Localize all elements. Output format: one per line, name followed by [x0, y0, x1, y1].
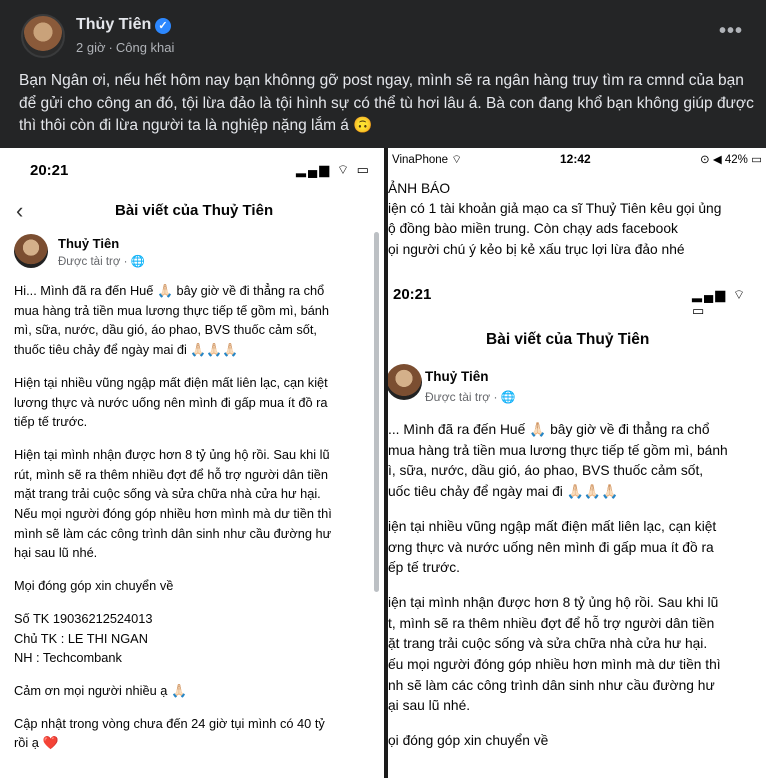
- body-line: [14, 360, 332, 373]
- avatar[interactable]: [21, 14, 65, 58]
- post-text: Bạn Ngân ơi, nếu hết hôm nay bạn khônng …: [19, 72, 754, 134]
- body-line: ặt trang trải cuộc sống và sửa chữa nhà …: [388, 636, 708, 652]
- body-line: ếp tế trước.: [388, 560, 460, 576]
- body-line: ếu mọi người đóng góp nhiều hơn mình mà …: [388, 657, 721, 673]
- body-line: [14, 668, 332, 681]
- body-line: iện tại nhiều vũng ngập mất điện mất liê…: [388, 518, 717, 534]
- body-line: Hiện tại nhiều vũng ngập mất điện mất li…: [14, 374, 328, 390]
- verified-badge-icon: ✓: [155, 18, 171, 34]
- post-time[interactable]: 2 giờ: [76, 40, 106, 55]
- screenshot-right: VinaPhone ⌔ 12:42 ⊙ ◀ 42% ▭ ẢNH BÁO iện c…: [388, 148, 766, 778]
- inner-status-icons: ▂▄▆ ⌔ ▭: [692, 287, 748, 318]
- body-line: [14, 596, 332, 609]
- body-line: Mọi đóng góp xin chuyển về: [14, 578, 174, 594]
- body-line: mì, sữa, nước, dầu gió, áo phao, BVS thu…: [14, 322, 317, 338]
- inner-status-time: 20:21: [393, 286, 432, 303]
- post-body: Hi... Mình đã ra đến Huế 🙏🏻 bây giờ về đ…: [14, 281, 332, 753]
- more-options-icon[interactable]: •••: [714, 21, 748, 50]
- battery-label: ⊙ ◀ 42% ▭: [700, 154, 762, 166]
- body-line: [14, 563, 332, 576]
- body-line: ộ đồng bào miền trung. Còn chạy ads face…: [388, 221, 678, 237]
- carrier-label: VinaPhone ⌔: [392, 154, 463, 166]
- status-time-outer: 12:42: [560, 152, 591, 166]
- body-line: ẢNH BÁO: [388, 181, 451, 196]
- nav-title-right: Bài viết của Thuỷ Tiên: [486, 331, 650, 348]
- body-line: NH : Techcombank: [14, 650, 122, 666]
- status-icons: ▂▄▆ ⌔ ▭: [296, 162, 371, 177]
- body-line: t, mình sẽ ra thêm nhiều đợt để hỗ trợ n…: [388, 615, 715, 631]
- body-line: mua hàng trả tiền mua lương thực tiếp tế…: [14, 302, 330, 318]
- body-line: uốc tiêu chảy để ngày mai đi 🙏🏻🙏🏻🙏🏻: [388, 484, 619, 500]
- body-line: Chủ TK : LE THI NGAN: [14, 630, 148, 646]
- body-line: Cập nhật trong vòng chưa đến 24 giờ tụi …: [14, 715, 325, 731]
- body-line: Số TK 19036212524013: [14, 610, 153, 626]
- post-body-right: ... Mình đã ra đến Huế 🙏🏻 bây giờ về đi …: [388, 420, 728, 752]
- body-line: rồi ạ ❤️: [14, 735, 59, 751]
- post-avatar: [14, 234, 48, 268]
- body-line: thuốc tiêu chảy để ngày mai đi 🙏🏻🙏🏻🙏🏻: [14, 342, 239, 358]
- body-line: ơng thực và nước uống nên mình đi gấp mu…: [388, 539, 714, 555]
- body-line: Cảm ơn mọi người nhiều ạ 🙏🏻: [14, 682, 187, 698]
- sponsored-label: Được tài trợ · 🌐: [58, 256, 145, 268]
- meta-separator: ·: [108, 40, 113, 55]
- screenshot-left: 20:21 ▂▄▆ ⌔ ▭ ‹ Bài viết của Thuỷ Tiên T…: [0, 148, 384, 778]
- author-name[interactable]: Thủy Tiên: [76, 16, 151, 34]
- body-line: hại sau lũ nhé.: [14, 545, 98, 561]
- body-line: lương thực và nước uống nên mình đi gấp …: [14, 394, 328, 410]
- body-line: ì, sữa, nước, dầu gió, áo phao, BVS thuố…: [388, 463, 704, 479]
- body-line: tiếp tế trước.: [14, 414, 88, 430]
- body-line: [14, 701, 332, 714]
- body-line: iện có 1 tài khoản giả mạo ca sĩ Thuỷ Ti…: [388, 201, 722, 217]
- body-line: rút, mình sẽ ra thêm nhiều đợt để hỗ trợ…: [14, 466, 329, 482]
- body-line: ọi đóng góp xin chuyển về: [388, 733, 549, 749]
- body-line: ọi người chú ý kẻo bị kẻ xấu trục lợi lừ…: [388, 241, 685, 257]
- body-line: [388, 579, 728, 593]
- body-line: nh sẽ làm các công trình dân sinh như cầ…: [388, 677, 715, 693]
- body-line: Hi... Mình đã ra đến Huế 🙏🏻 bây giờ về đ…: [14, 283, 325, 298]
- body-line: mua hàng trả tiền mua lương thực tiếp tế…: [388, 442, 728, 458]
- scrollbar: [374, 232, 379, 592]
- post-avatar-right: [388, 364, 422, 400]
- body-line: [14, 432, 332, 445]
- status-time: 20:21: [30, 162, 69, 179]
- body-line: mình sẽ làm các công trình dân sinh như …: [14, 525, 332, 541]
- body-line: [388, 717, 728, 731]
- post-header: Thủy Tiên ✓ 2 giờ · Công khai •••: [0, 0, 766, 62]
- body-line: ại sau lũ nhé.: [388, 698, 471, 714]
- post-meta: 2 giờ · Công khai: [76, 40, 174, 55]
- body-line: [388, 503, 728, 517]
- body-line: Hiện tại mình nhận được hơn 8 tỷ ủng hộ …: [14, 446, 330, 462]
- privacy-label: Công khai: [115, 40, 175, 55]
- post-author: Thuỷ Tiên: [58, 236, 120, 251]
- nav-title: Bài viết của Thuỷ Tiên: [115, 202, 274, 219]
- post-author-right: Thuỷ Tiên: [425, 369, 489, 384]
- back-icon: ‹: [16, 198, 24, 223]
- body-line: Nếu mọi người đóng góp nhiều hơn mình mà…: [14, 506, 332, 522]
- warning-text: ẢNH BÁO iện có 1 tài khoản giả mạo ca sĩ …: [388, 179, 721, 260]
- sponsored-label-right: Được tài trợ · 🌐: [425, 390, 516, 404]
- body-line: mặt trang trải cuộc sống và sửa chữa nhà…: [14, 486, 321, 502]
- body-line: ... Mình đã ra đến Huế 🙏🏻 bây giờ về đi …: [388, 422, 710, 437]
- body-line: iện tại mình nhận được hơn 8 tỷ ủng hộ r…: [388, 594, 719, 610]
